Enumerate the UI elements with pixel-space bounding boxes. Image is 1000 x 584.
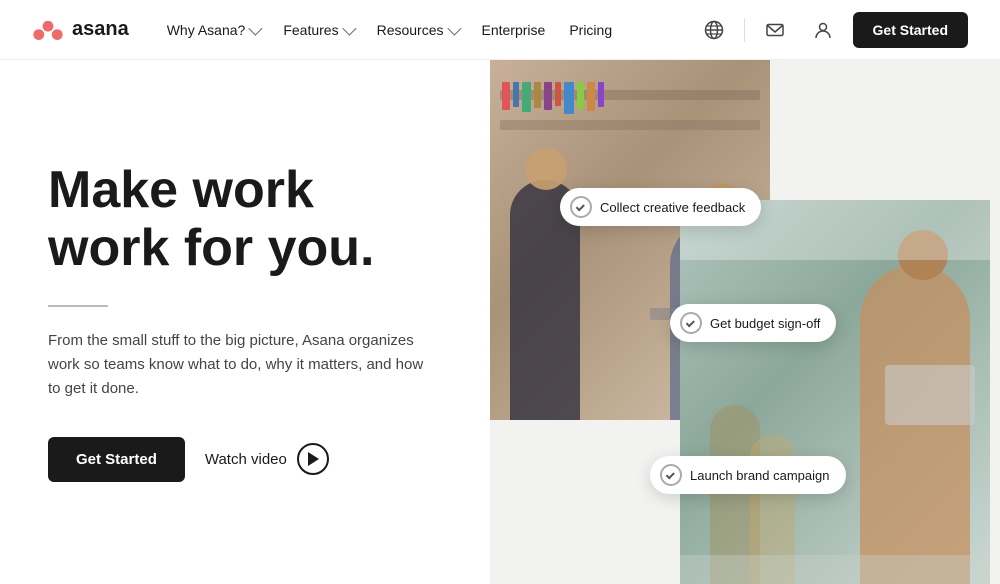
hero-headline: Make work work for you. <box>48 162 442 276</box>
user-icon <box>813 20 833 40</box>
chevron-down-icon <box>249 21 263 35</box>
language-button[interactable] <box>696 12 732 48</box>
left-panel: Make work work for you. From the small s… <box>0 60 490 584</box>
logo[interactable]: asana <box>32 18 129 41</box>
mail-button[interactable] <box>757 12 793 48</box>
logo-icon <box>32 20 64 40</box>
divider <box>744 18 745 42</box>
logo-text: asana <box>72 18 129 41</box>
cta-row: Get Started Watch video <box>48 437 442 482</box>
nav-link-pricing[interactable]: Pricing <box>559 16 622 44</box>
main-content: Make work work for you. From the small s… <box>0 60 1000 584</box>
chevron-down-icon <box>447 21 461 35</box>
nav-right: Get Started <box>696 12 968 48</box>
check-circle-icon-2 <box>680 312 702 334</box>
account-button[interactable] <box>805 12 841 48</box>
nav-link-enterprise[interactable]: Enterprise <box>472 16 556 44</box>
tooltip-badge-1: Collect creative feedback <box>560 188 761 226</box>
nav-links: Why Asana? Features Resources Enterprise… <box>157 16 622 44</box>
mail-icon <box>765 20 785 40</box>
hero-subtext: From the small stuff to the big picture,… <box>48 329 428 401</box>
chevron-down-icon <box>342 21 356 35</box>
globe-icon <box>704 20 724 40</box>
play-icon <box>297 443 329 475</box>
hero-image-right <box>680 200 990 584</box>
navbar: asana Why Asana? Features Resources Ente… <box>0 0 1000 60</box>
check-circle-icon-3 <box>660 464 682 486</box>
get-started-nav-button[interactable]: Get Started <box>853 12 968 48</box>
tooltip-badge-2: Get budget sign-off <box>670 304 836 342</box>
nav-link-resources[interactable]: Resources <box>367 16 468 44</box>
headline-divider <box>48 305 108 307</box>
play-triangle <box>308 452 319 466</box>
tooltip-badge-3: Launch brand campaign <box>650 456 846 494</box>
nav-link-why-asana[interactable]: Why Asana? <box>157 16 270 44</box>
right-panel: Collect creative feedback Get budget sig… <box>490 60 1000 584</box>
nav-left: asana Why Asana? Features Resources Ente… <box>32 16 622 44</box>
get-started-main-button[interactable]: Get Started <box>48 437 185 482</box>
check-circle-icon-1 <box>570 196 592 218</box>
nav-link-features[interactable]: Features <box>273 16 362 44</box>
watch-video-button[interactable]: Watch video <box>205 443 329 475</box>
